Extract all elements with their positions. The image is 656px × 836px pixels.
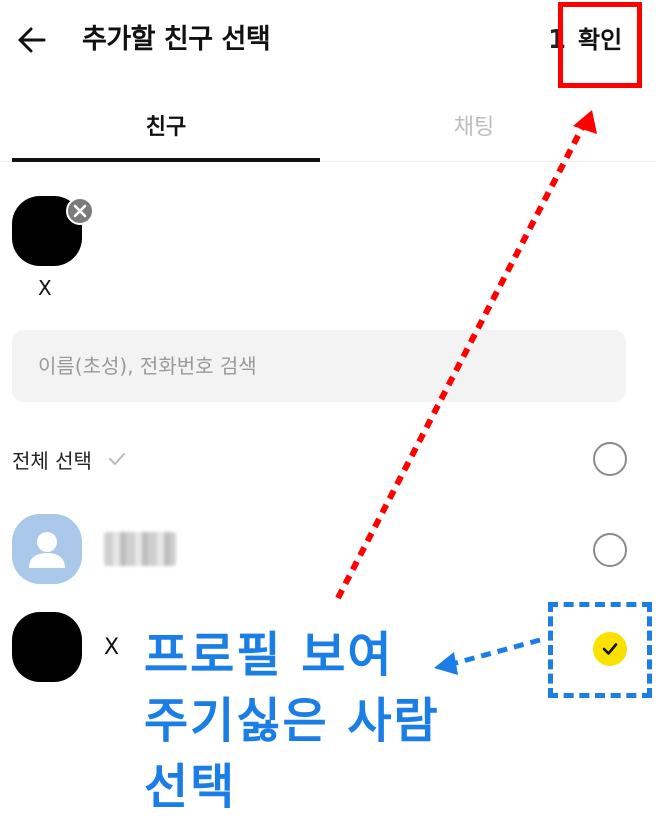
annotation-line: 프로필 보여 [144,627,394,683]
annotation-line: 주기싫은 사람 [144,693,440,749]
annotation-text: 프로필 보여 주기싫은 사람 선택 [144,622,484,820]
red-arrow-head [573,110,597,134]
red-arrow-line [335,126,585,600]
annotation-line: 선택 [144,759,237,815]
